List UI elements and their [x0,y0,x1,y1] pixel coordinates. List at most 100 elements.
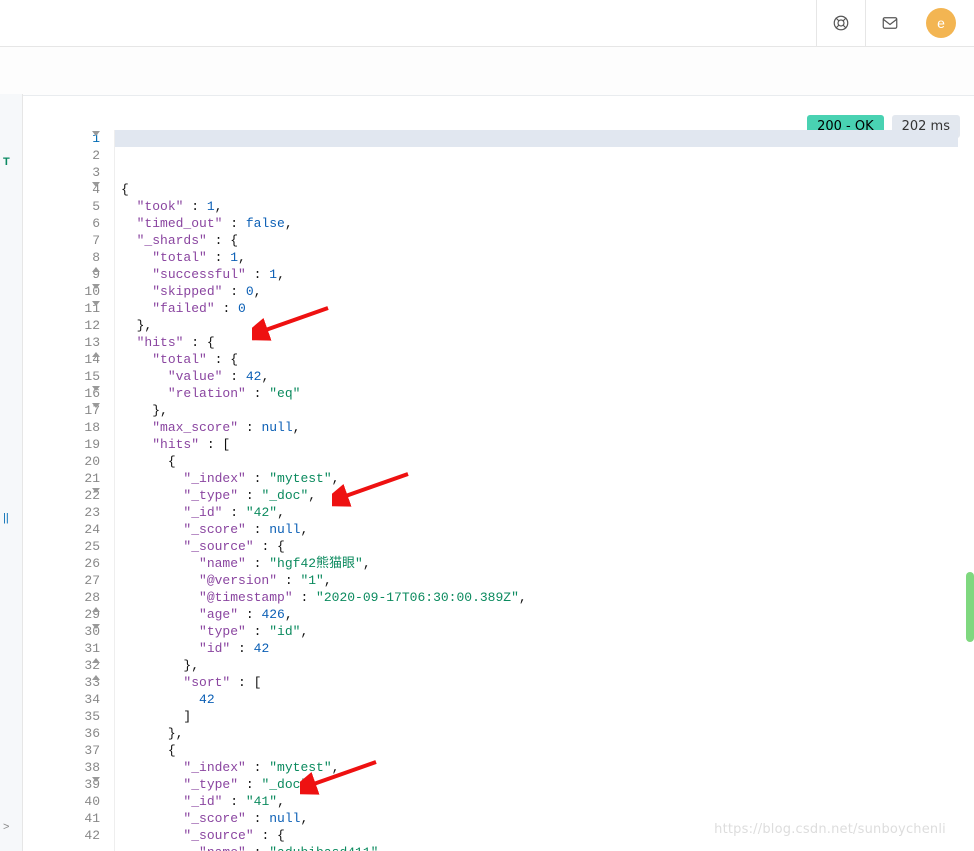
gutter-line[interactable]: 19 [40,436,100,453]
gutter-line[interactable]: 13 [40,334,100,351]
gutter-line[interactable]: 28 [40,589,100,606]
avatar[interactable]: e [926,8,956,38]
code-line[interactable]: "_index" : "mytest", [115,759,958,776]
gutter-line[interactable]: 32 [40,657,100,674]
gutter-line[interactable]: 16 [40,385,100,402]
gutter-line[interactable]: 18 [40,419,100,436]
fold-icon[interactable] [92,352,100,357]
code-line[interactable]: "_type" : "_doc", [115,487,958,504]
code-line[interactable]: "relation" : "eq" [115,385,958,402]
code-line[interactable]: "max_score" : null, [115,419,958,436]
code-line[interactable]: "_source" : { [115,538,958,555]
gutter-line[interactable]: 4 [40,181,100,198]
gutter-line[interactable]: 3 [40,164,100,181]
gutter-line[interactable]: 5 [40,198,100,215]
gutter-line[interactable]: 17 [40,402,100,419]
code-line[interactable]: "_source" : { [115,827,958,844]
fold-icon[interactable] [92,267,100,272]
code-line[interactable]: 42 [115,691,958,708]
fold-icon[interactable] [92,284,100,289]
code-line[interactable]: "name" : "hgf42熊猫眼", [115,555,958,572]
fold-icon[interactable] [92,301,100,306]
gutter-line[interactable]: 7 [40,232,100,249]
gutter-line[interactable]: 21 [40,470,100,487]
gutter-line[interactable]: 20 [40,453,100,470]
fold-icon[interactable] [92,386,100,391]
gutter-line[interactable]: 42 [40,827,100,844]
code-line[interactable]: "type" : "id", [115,623,958,640]
code-line[interactable]: "timed_out" : false, [115,215,958,232]
gutter-line[interactable]: 2 [40,147,100,164]
gutter-line[interactable]: 34 [40,691,100,708]
code-line[interactable]: ] [115,708,958,725]
gutter-line[interactable]: 10 [40,283,100,300]
code-line[interactable]: "_type" : "_doc", [115,776,958,793]
fold-icon[interactable] [92,675,100,680]
code-line[interactable]: "_shards" : { [115,232,958,249]
gutter-line[interactable]: 26 [40,555,100,572]
gutter-line[interactable]: 33 [40,674,100,691]
editor-gutter[interactable]: 1234567891011121314151617181920212223242… [40,130,115,851]
code-line[interactable]: "total" : 1, [115,249,958,266]
gutter-line[interactable]: 11 [40,300,100,317]
code-line[interactable]: "value" : 42, [115,368,958,385]
fold-icon[interactable] [92,488,100,493]
gutter-line[interactable]: 23 [40,504,100,521]
code-line[interactable]: "skipped" : 0, [115,283,958,300]
gutter-line[interactable]: 12 [40,317,100,334]
gutter-line[interactable]: 40 [40,793,100,810]
code-line[interactable]: { [115,453,958,470]
code-line[interactable]: "@timestamp" : "2020-09-17T06:30:00.389Z… [115,589,958,606]
editor-code[interactable]: { "took" : 1, "timed_out" : false, "_sha… [115,130,958,851]
gutter-line[interactable]: 35 [40,708,100,725]
code-line[interactable]: { [115,181,958,198]
code-line[interactable]: "@version" : "1", [115,572,958,589]
code-line[interactable]: "hits" : { [115,334,958,351]
code-line[interactable]: "total" : { [115,351,958,368]
gutter-line[interactable]: 8 [40,249,100,266]
gutter-line[interactable]: 6 [40,215,100,232]
gutter-line[interactable]: 31 [40,640,100,657]
fold-icon[interactable] [92,403,100,408]
code-line[interactable]: "id" : 42 [115,640,958,657]
code-line[interactable]: "sort" : [ [115,674,958,691]
gutter-line[interactable]: 39 [40,776,100,793]
code-line[interactable]: "_index" : "mytest", [115,470,958,487]
help-icon[interactable] [816,0,865,46]
gutter-line[interactable]: 22 [40,487,100,504]
fold-icon[interactable] [92,777,100,782]
code-line[interactable]: "_id" : "42", [115,504,958,521]
code-line[interactable]: "age" : 426, [115,606,958,623]
fold-icon[interactable] [92,607,100,612]
gutter-line[interactable]: 36 [40,725,100,742]
gutter-line[interactable]: 41 [40,810,100,827]
code-line[interactable]: "took" : 1, [115,198,958,215]
gutter-line[interactable]: 37 [40,742,100,759]
code-line[interactable]: "hits" : [ [115,436,958,453]
gutter-line[interactable]: 14 [40,351,100,368]
fold-icon[interactable] [92,182,100,187]
fold-icon[interactable] [92,624,100,629]
code-line[interactable]: "failed" : 0 [115,300,958,317]
gutter-line[interactable]: 30 [40,623,100,640]
code-line[interactable]: { [115,742,958,759]
gutter-line[interactable]: 1 [40,130,100,147]
gutter-line[interactable]: 38 [40,759,100,776]
gutter-line[interactable]: 15 [40,368,100,385]
code-line[interactable]: "_id" : "41", [115,793,958,810]
code-line[interactable]: }, [115,402,958,419]
code-line[interactable]: }, [115,725,958,742]
code-line[interactable]: }, [115,317,958,334]
gutter-line[interactable]: 9 [40,266,100,283]
mail-icon[interactable] [865,0,914,46]
gutter-line[interactable]: 29 [40,606,100,623]
code-line[interactable]: "_score" : null, [115,521,958,538]
code-line[interactable]: }, [115,657,958,674]
code-line[interactable]: "name" : "adubibasd411", [115,844,958,851]
code-line[interactable]: "_score" : null, [115,810,958,827]
fold-icon[interactable] [92,658,100,663]
gutter-line[interactable]: 25 [40,538,100,555]
editor[interactable]: 1234567891011121314151617181920212223242… [40,130,958,851]
gutter-line[interactable]: 24 [40,521,100,538]
fold-icon[interactable] [92,131,100,136]
